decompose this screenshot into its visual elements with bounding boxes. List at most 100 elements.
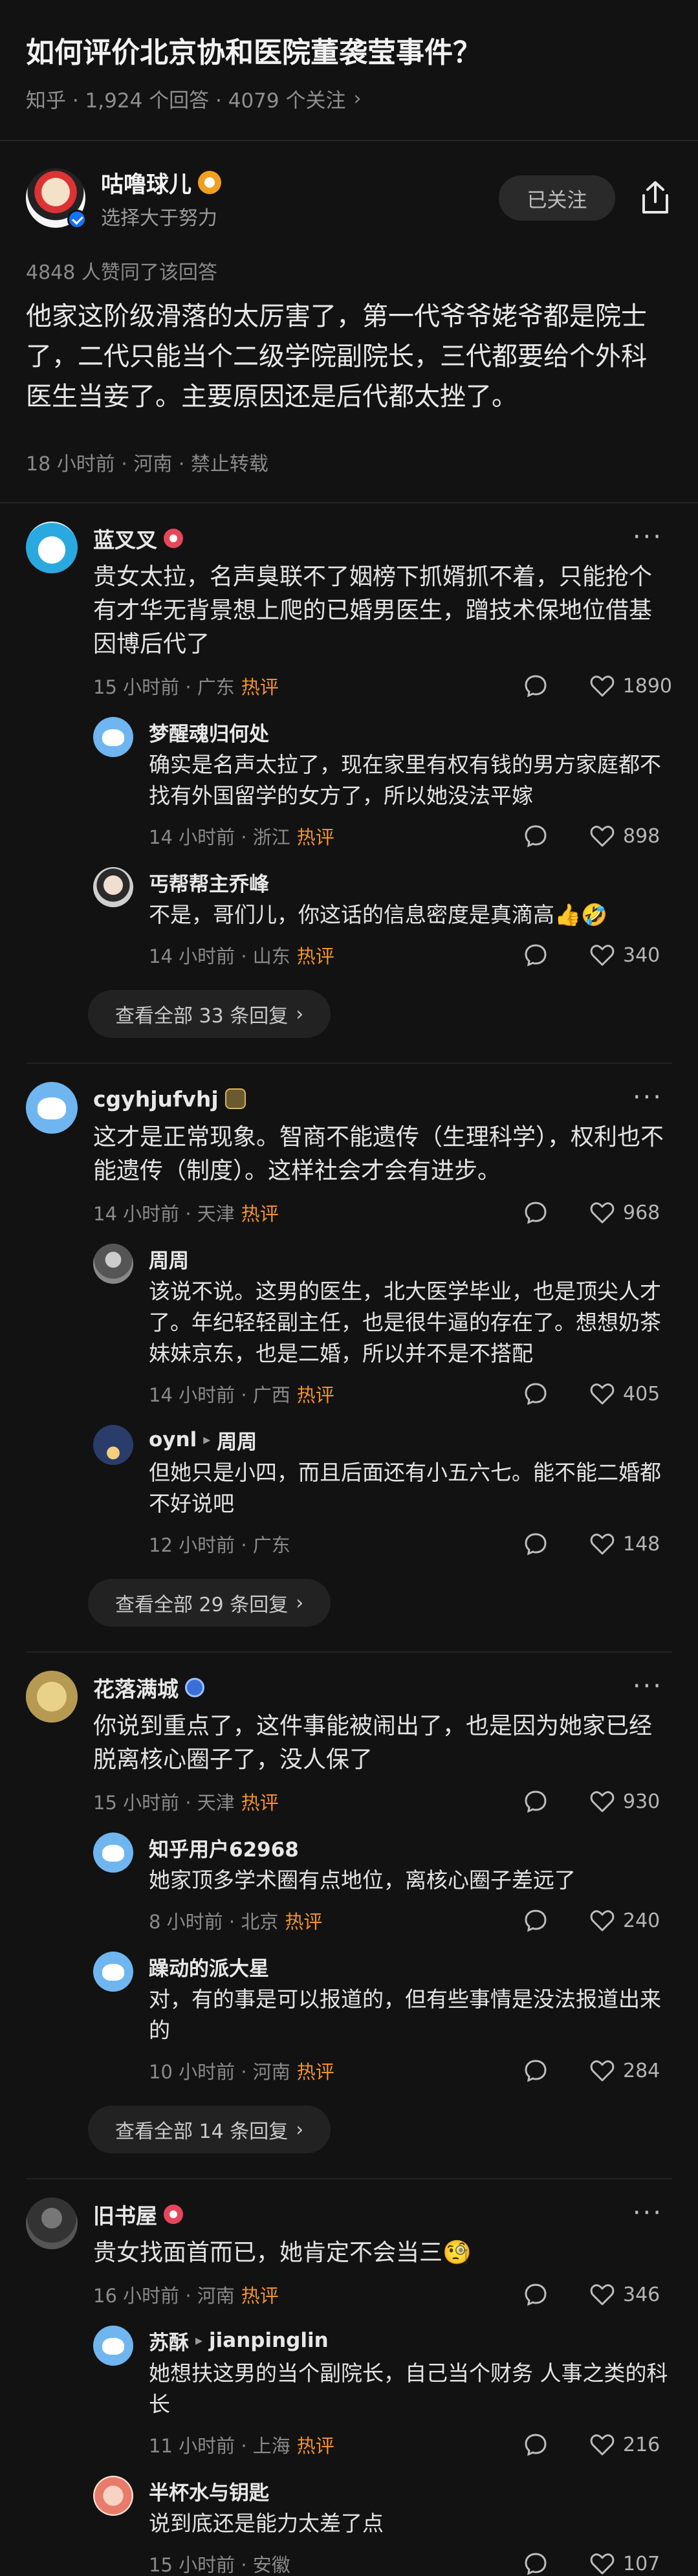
heart-icon[interactable] bbox=[589, 1200, 615, 1225]
question-title[interactable]: 如何评价北京协和医院董袭莹事件？ bbox=[26, 34, 672, 72]
like-count: 340 bbox=[623, 943, 660, 967]
replier-name-row[interactable]: 半杯水与钥匙 bbox=[149, 2476, 672, 2505]
comment-footer: 15 小时前 · 安徽 107 bbox=[149, 2547, 672, 2576]
commenter-avatar[interactable] bbox=[26, 2197, 78, 2249]
comment-bubble-icon[interactable] bbox=[523, 1532, 548, 1556]
reply: 梦醒魂归何处 确实是名声太拉了，现在家里有权有钱的男方家庭都不找有外国留学的女方了… bbox=[93, 717, 672, 853]
comment-bubble-icon[interactable] bbox=[523, 1200, 548, 1225]
comment-bubble-icon[interactable] bbox=[523, 1382, 548, 1406]
view-all-label: 查看全部 29 条回复 bbox=[115, 1594, 289, 1616]
replier-avatar[interactable] bbox=[93, 1833, 133, 1873]
heart-icon[interactable] bbox=[589, 824, 615, 848]
commenter-name-row[interactable]: 花落满城 bbox=[93, 1671, 672, 1704]
author-avatar[interactable] bbox=[26, 168, 87, 229]
comment-actions: 340 bbox=[523, 943, 672, 967]
comment-time-location: 8 小时前 · 北京 bbox=[149, 1911, 279, 1933]
replier-name-row[interactable]: 知乎用户62968 bbox=[149, 1833, 672, 1862]
comment-time-location: 14 小时前 · 山东 bbox=[149, 945, 290, 967]
more-dots-icon[interactable]: ··· bbox=[633, 524, 663, 550]
commenter-name-row[interactable]: cgyhjufvhj bbox=[93, 1082, 672, 1116]
commenter-avatar[interactable] bbox=[26, 1671, 78, 1723]
replier-name-row[interactable]: 躁动的派大星 bbox=[149, 1952, 672, 1981]
comment-bubble-icon[interactable] bbox=[523, 674, 548, 698]
upvote-count: 4848 人赞同了该回答 bbox=[26, 261, 217, 284]
reply-to-name: 周周 bbox=[217, 1430, 257, 1454]
comment-actions: 216 bbox=[523, 2432, 672, 2457]
reply-main: 周周该说不说。这男的医生，北大医学毕业，也是顶尖人才了。年纪轻轻副主任，也是很牛… bbox=[93, 1244, 672, 1411]
replier-avatar[interactable] bbox=[93, 1425, 133, 1465]
comment-actions: 405 bbox=[523, 1382, 672, 1406]
view-all-replies-button[interactable]: 查看全部 14 条回复 › bbox=[88, 2106, 331, 2153]
comment-bubble-icon[interactable] bbox=[523, 1789, 548, 1814]
reply: 半杯水与钥匙 说到底还是能力太差了点 15 小时前 · 安徽 107 bbox=[93, 2476, 672, 2576]
replier-avatar[interactable] bbox=[93, 2476, 133, 2516]
comment-actions: 107 bbox=[523, 2551, 672, 2576]
reply-body: oynl ▸ 周周 但她只是小四，而且后面还有小五六七。能不能二婚都不好说吧 12 小时… bbox=[149, 1425, 672, 1561]
heart-icon[interactable] bbox=[589, 674, 615, 698]
heart-icon[interactable] bbox=[589, 1908, 615, 1933]
comment-bubble-icon[interactable] bbox=[523, 1908, 548, 1933]
comment-actions: 240 bbox=[523, 1908, 672, 1933]
commenter-name-row[interactable]: 旧书屋 bbox=[93, 2197, 672, 2231]
comment-time-location: 14 小时前 · 浙江 bbox=[149, 826, 290, 848]
reply-arrow-icon: ▸ bbox=[203, 1431, 211, 1448]
view-all-replies-button[interactable]: 查看全部 29 条回复 › bbox=[88, 1579, 331, 1627]
user-badge-icon bbox=[164, 2205, 183, 2224]
heart-icon[interactable] bbox=[589, 2551, 615, 2576]
comment-bubble-icon[interactable] bbox=[523, 2551, 548, 2576]
hot-comment-badge: 热评 bbox=[285, 1911, 323, 1933]
comment-bubble-icon[interactable] bbox=[523, 824, 548, 848]
reply-list: 苏酥 ▸ jianpinglin 她想扶这男的当个副院长，自己当个财务 人事之类的科长… bbox=[93, 2326, 672, 2576]
share-icon[interactable] bbox=[638, 180, 672, 216]
commenter-name-row[interactable]: 蓝叉叉 bbox=[93, 522, 672, 555]
reply-list: 周周该说不说。这男的医生，北大医学毕业，也是顶尖人才了。年纪轻轻副主任，也是很牛… bbox=[93, 1244, 672, 1561]
comment: 旧书屋 贵女找面首而已，她肯定不会当三🧐 16 小时前 · 河南 热评 346 ··· bbox=[26, 2197, 672, 2311]
answer-author-row: 咕噜球儿 选择大于努力 已关注 bbox=[26, 166, 672, 230]
replier-name-row[interactable]: oynl ▸ 周周 bbox=[149, 1425, 672, 1455]
replier-name-row[interactable]: 周周 bbox=[149, 1244, 672, 1273]
comment-time-location: 16 小时前 · 河南 bbox=[93, 2285, 235, 2307]
answer-text: 他家这阶级滑落的太厉害了，第一代爷爷姥爷都是院士了，二代只能当个二级学院副院长，… bbox=[26, 302, 647, 412]
author-name-row[interactable]: 咕噜球儿 bbox=[101, 166, 499, 199]
heart-icon[interactable] bbox=[589, 2432, 615, 2457]
heart-icon[interactable] bbox=[589, 2058, 615, 2083]
commenter-avatar[interactable] bbox=[26, 1082, 78, 1134]
more-dots-icon[interactable]: ··· bbox=[633, 1673, 663, 1699]
replier-name: 苏酥 bbox=[149, 2331, 189, 2355]
reply-text: 该说不说。这男的医生，北大医学毕业，也是顶尖人才了。年纪轻轻副主任，也是很牛逼的… bbox=[149, 1279, 661, 1366]
replier-name-row[interactable]: 丐帮帮主乔峰 bbox=[149, 867, 672, 897]
view-all-replies-button[interactable]: 查看全部 33 条回复 › bbox=[88, 990, 331, 1038]
chevron-right-icon: › bbox=[296, 1591, 304, 1614]
heart-icon[interactable] bbox=[589, 1532, 615, 1556]
reply-arrow-icon: ▸ bbox=[195, 2332, 203, 2349]
heart-icon[interactable] bbox=[589, 943, 615, 967]
comment-bubble-icon[interactable] bbox=[523, 943, 548, 967]
replier-name-row[interactable]: 苏酥 ▸ jianpinglin bbox=[149, 2326, 672, 2355]
heart-icon[interactable] bbox=[589, 2282, 615, 2307]
comment-time-location: 10 小时前 · 河南 bbox=[149, 2061, 290, 2083]
commenter-name: 蓝叉叉 bbox=[93, 527, 157, 553]
replier-name: 梦醒魂归何处 bbox=[149, 722, 269, 746]
comment-footer: 14 小时前 · 山东 热评 340 bbox=[149, 938, 672, 972]
replier-avatar[interactable] bbox=[93, 867, 133, 907]
replier-avatar[interactable] bbox=[93, 2326, 133, 2366]
replier-avatar[interactable] bbox=[93, 1952, 133, 1992]
replier-name: oynl bbox=[149, 1428, 197, 1451]
replier-name-row[interactable]: 梦醒魂归何处 bbox=[149, 717, 672, 747]
user-badge-icon bbox=[164, 529, 183, 548]
question-meta[interactable]: 知乎 · 1,924 个回答 · 4079 个关注 › bbox=[26, 84, 672, 113]
heart-icon[interactable] bbox=[589, 1382, 615, 1406]
heart-icon[interactable] bbox=[589, 1789, 615, 1814]
more-dots-icon[interactable]: ··· bbox=[633, 1084, 663, 1110]
follow-button[interactable]: 已关注 bbox=[499, 175, 615, 221]
replier-avatar[interactable] bbox=[93, 1244, 133, 1284]
comment-bubble-icon[interactable] bbox=[523, 2432, 548, 2457]
commenter-avatar[interactable] bbox=[26, 522, 78, 573]
more-dots-icon[interactable]: ··· bbox=[633, 2200, 663, 2226]
chevron-right-icon: › bbox=[353, 87, 362, 110]
replier-avatar[interactable] bbox=[93, 717, 133, 757]
author-info: 咕噜球儿 选择大于努力 bbox=[101, 166, 499, 230]
comment-bubble-icon[interactable] bbox=[523, 2058, 548, 2083]
comment-bubble-icon[interactable] bbox=[523, 2282, 548, 2307]
like-count: 968 bbox=[623, 1201, 660, 1224]
